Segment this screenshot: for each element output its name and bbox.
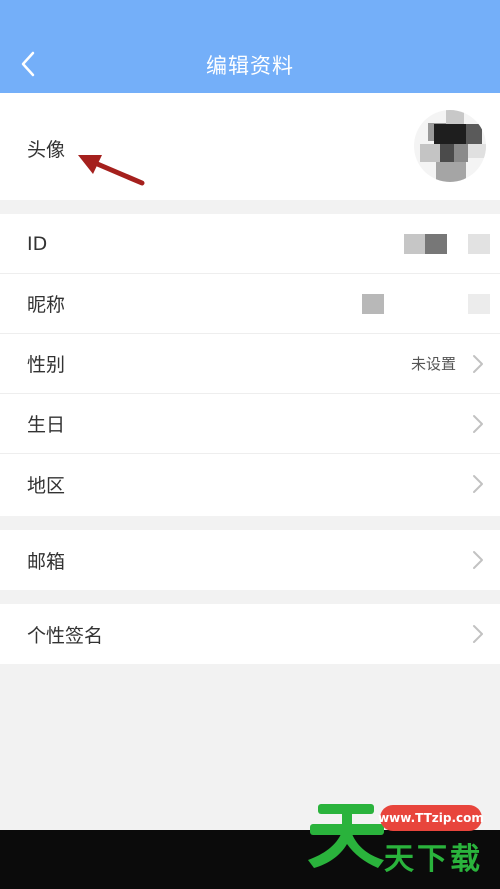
signature-label: 个性签名 [27,624,104,647]
nickname-label: 昵称 [27,294,66,316]
chevron-right-icon [473,414,483,433]
email-row[interactable]: 邮箱 [0,530,500,590]
birthday-label: 生日 [27,414,66,436]
avatar-section: 头像 [0,93,500,200]
email-label: 邮箱 [27,550,66,573]
gender-row[interactable]: 性别 未设置 [0,334,500,394]
basic-info-section: ID 昵称 性别 未设置 生日 地区 [0,214,500,516]
nickname-row[interactable]: 昵称 [0,274,500,334]
chevron-right-icon [473,354,483,373]
app-header: 编辑资料 [0,0,500,93]
id-label: ID [27,232,48,255]
signature-row[interactable]: 个性签名 [0,604,500,664]
region-row[interactable]: 地区 [0,454,500,514]
nickname-value-redacted [362,294,490,314]
page-title: 编辑资料 [206,54,294,78]
red-arrow-annotation [78,155,145,186]
contact-section: 邮箱 [0,530,500,590]
avatar-row[interactable]: 头像 [0,93,500,200]
avatar[interactable] [414,110,486,182]
chevron-right-icon [473,551,483,569]
avatar-label: 头像 [27,139,66,161]
watermark-logo [308,804,384,868]
gender-value: 未设置 [410,355,456,373]
region-label: 地区 [27,474,66,497]
id-row: ID [0,214,500,274]
watermark-url: www.TTzip.com [378,805,484,831]
signature-section: 个性签名 [0,604,500,664]
watermark-text: 天下载 [384,842,483,877]
gender-label: 性别 [27,354,66,376]
chevron-right-icon [473,475,483,493]
id-value-redacted [404,234,490,254]
birthday-row[interactable]: 生日 [0,394,500,454]
chevron-right-icon [473,625,483,643]
